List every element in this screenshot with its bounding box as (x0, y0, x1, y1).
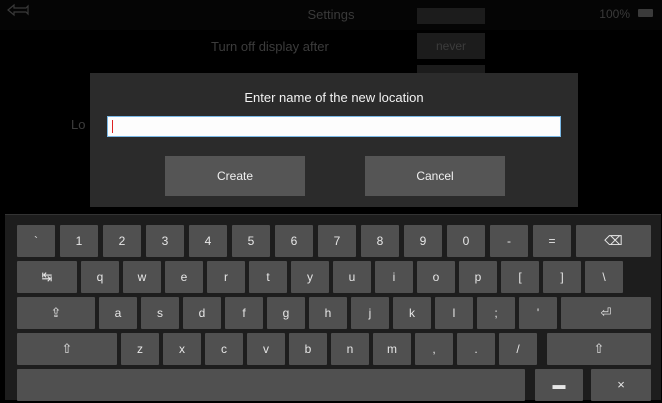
status-bar: Settings 100% (0, 0, 662, 30)
key[interactable]: 0 (447, 225, 485, 257)
key[interactable]: 9 (404, 225, 442, 257)
tab-key[interactable]: ↹ (17, 261, 77, 293)
key[interactable]: 8 (361, 225, 399, 257)
key[interactable]: \ (585, 261, 623, 293)
battery-percent: 100% (599, 7, 630, 21)
key[interactable]: g (267, 297, 305, 329)
key[interactable]: d (183, 297, 221, 329)
key[interactable]: ` (17, 225, 55, 257)
key[interactable]: y (291, 261, 329, 293)
key[interactable]: s (141, 297, 179, 329)
key[interactable]: 2 (103, 225, 141, 257)
key[interactable]: 3 (146, 225, 184, 257)
key[interactable]: , (415, 333, 453, 365)
key[interactable]: ; (477, 297, 515, 329)
key[interactable]: 1 (60, 225, 98, 257)
key[interactable]: 6 (275, 225, 313, 257)
text-cursor (112, 120, 113, 133)
background-setting-button (417, 65, 485, 73)
backspace-key[interactable]: ⌫ (576, 225, 651, 257)
key[interactable]: 5 (232, 225, 270, 257)
location-label: Lo (71, 117, 86, 132)
key[interactable]: . (457, 333, 495, 365)
key[interactable]: f (225, 297, 263, 329)
close-keyboard-key[interactable]: × (591, 369, 651, 401)
key[interactable]: o (417, 261, 455, 293)
key[interactable]: ' (519, 297, 557, 329)
key[interactable]: r (207, 261, 245, 293)
key[interactable]: = (533, 225, 571, 257)
key[interactable]: t (249, 261, 287, 293)
key[interactable]: / (499, 333, 537, 365)
create-button[interactable]: Create (165, 156, 305, 196)
key[interactable]: l (435, 297, 473, 329)
background-setting-button (417, 8, 485, 24)
key[interactable]: h (309, 297, 347, 329)
key[interactable]: 7 (318, 225, 356, 257)
cancel-button[interactable]: Cancel (365, 156, 505, 196)
location-name-input[interactable] (107, 116, 561, 137)
key[interactable]: w (123, 261, 161, 293)
key[interactable]: 4 (189, 225, 227, 257)
enter-key[interactable]: ⏎ (561, 297, 651, 329)
hide-keyboard-key[interactable]: ▬ (535, 369, 583, 401)
caps-lock-key[interactable]: ⇪ (17, 297, 95, 329)
key[interactable]: x (163, 333, 201, 365)
turn-off-display-label: Turn off display after (211, 39, 329, 54)
shift-right-key[interactable]: ⇧ (547, 333, 651, 365)
key[interactable]: e (165, 261, 203, 293)
new-location-dialog: Enter name of the new location Create Ca… (90, 73, 578, 207)
key[interactable]: [ (501, 261, 539, 293)
turn-off-display-value: never (417, 33, 485, 59)
space-key[interactable] (17, 369, 525, 401)
dialog-title: Enter name of the new location (244, 90, 424, 105)
key[interactable]: b (289, 333, 327, 365)
key[interactable]: i (375, 261, 413, 293)
key[interactable]: k (393, 297, 431, 329)
on-screen-keyboard: ` 1 2 3 4 5 6 7 8 9 0 - = ⌫ ↹ q w e r t … (5, 214, 661, 401)
shift-left-key[interactable]: ⇧ (17, 333, 117, 365)
key[interactable]: c (205, 333, 243, 365)
key[interactable]: z (121, 333, 159, 365)
key[interactable]: - (490, 225, 528, 257)
key[interactable]: a (99, 297, 137, 329)
status-title: Settings (307, 7, 355, 22)
key[interactable]: q (81, 261, 119, 293)
key[interactable]: j (351, 297, 389, 329)
key[interactable]: p (459, 261, 497, 293)
key[interactable]: m (373, 333, 411, 365)
battery-icon (638, 9, 653, 17)
key[interactable]: u (333, 261, 371, 293)
key[interactable]: v (247, 333, 285, 365)
key[interactable]: n (331, 333, 369, 365)
key[interactable]: ] (543, 261, 581, 293)
